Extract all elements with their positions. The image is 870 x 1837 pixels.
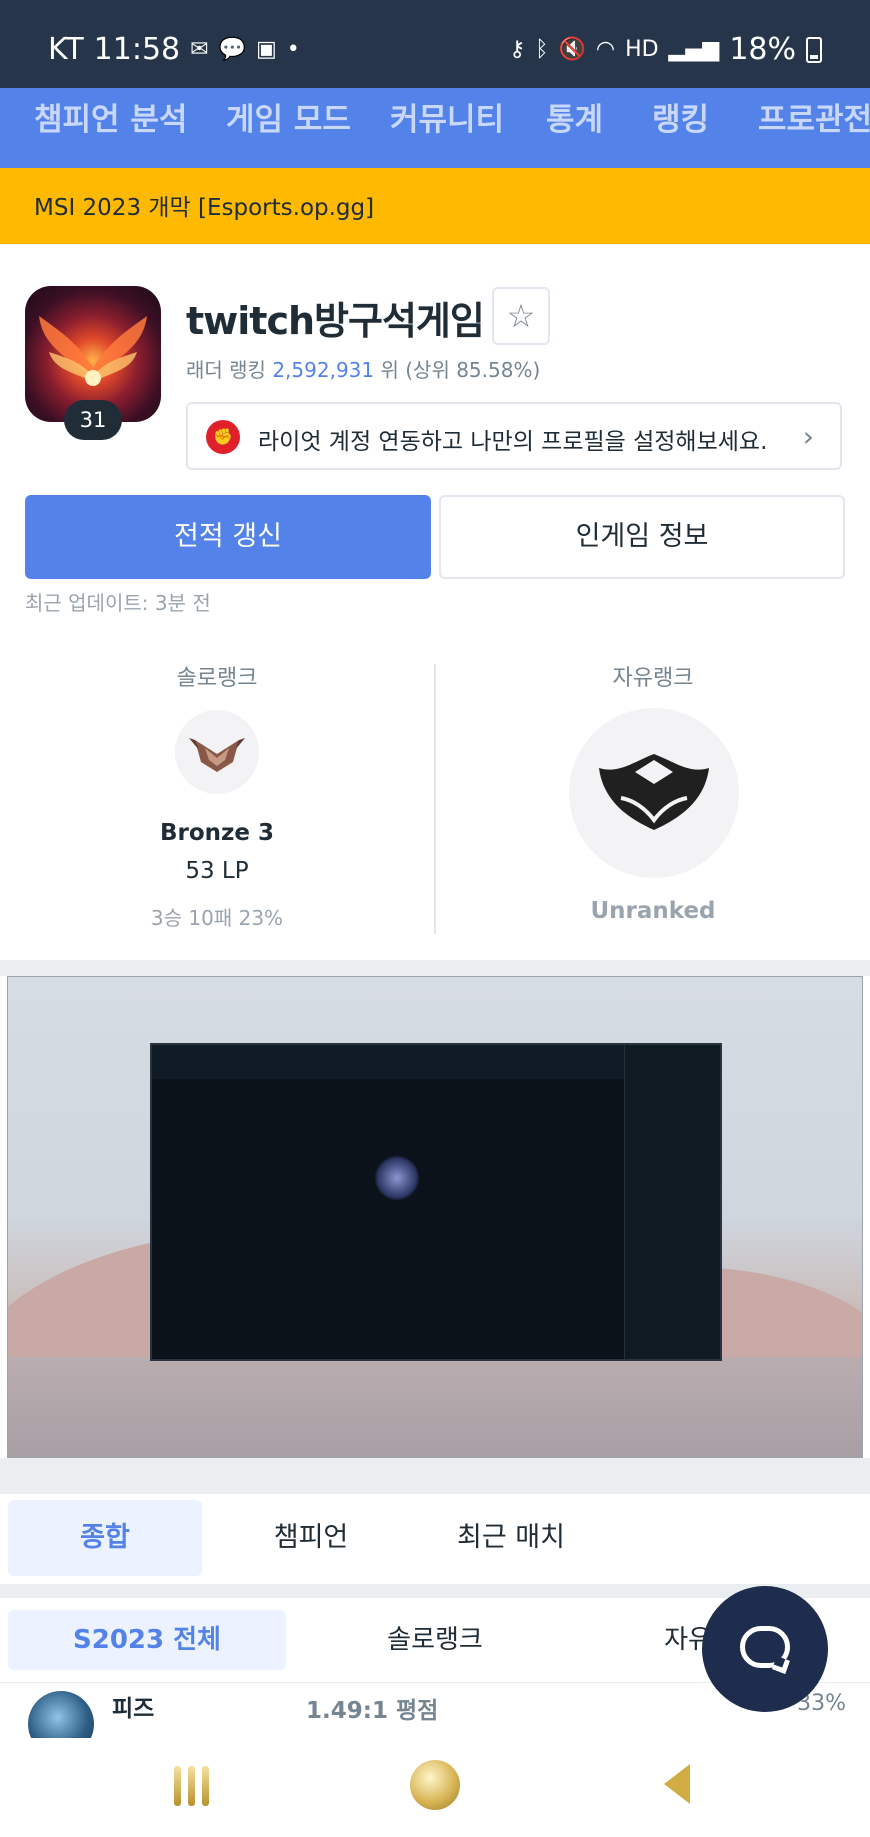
ladder-ranking: 래더 랭킹 2,592,931 위 (상위 85.58%) — [186, 354, 540, 383]
client-sidebar — [624, 1045, 720, 1359]
battery-percent: 18% — [729, 32, 796, 67]
ladder-prefix: 래더 랭킹 — [186, 358, 273, 382]
advertisement-image[interactable] — [7, 976, 863, 1458]
status-bar: KT 11:58 ✉ 💬 ▣ • ⚷ ᛒ 🔇 ◠ HD ▂▄▆ 18% — [0, 0, 870, 88]
key-icon: ⚷ — [509, 36, 526, 62]
status-right: ⚷ ᛒ 🔇 ◠ HD ▂▄▆ 18% — [509, 32, 822, 67]
client-screenshot — [150, 1043, 722, 1361]
rank-divider — [434, 664, 436, 934]
solo-rank-panel: 솔로랭크 — [0, 660, 434, 692]
talk-icon: 💬 — [218, 36, 246, 62]
home-icon[interactable] — [410, 1760, 460, 1810]
subtab-season-all[interactable]: S2023 전체 — [8, 1610, 286, 1670]
star-icon: ☆ — [506, 297, 536, 335]
ladder-suffix: 위 (상위 85.58%) — [374, 358, 541, 382]
update-record-button[interactable]: 전적 갱신 — [25, 495, 431, 579]
ladder-rank-number: 2,592,931 — [272, 358, 375, 382]
champion-portrait — [28, 1691, 94, 1738]
desert-ground — [8, 1357, 862, 1457]
chat-bubble-tail — [772, 1656, 790, 1674]
section-separator — [0, 960, 870, 976]
mail-icon: ✉ — [190, 36, 209, 62]
summoner-name: twitch방구석게임 — [186, 299, 485, 343]
solo-tier: Bronze 3 — [159, 820, 275, 846]
riot-fist-icon: ✊ — [206, 420, 240, 454]
recent-apps-icon[interactable] — [174, 1766, 214, 1806]
flex-rank-title: 자유랭크 — [612, 666, 694, 691]
mute-icon: 🔇 — [558, 36, 586, 62]
hd-icon: HD — [625, 36, 659, 62]
favorite-button[interactable]: ☆ — [492, 287, 550, 345]
solo-win-loss: 3승 10패 23% — [150, 906, 284, 930]
chat-fab-button[interactable] — [702, 1586, 828, 1712]
back-icon[interactable] — [664, 1764, 690, 1804]
signal-icon: ▂▄▆ — [668, 36, 720, 62]
tab-champion[interactable]: 챔피언 — [214, 1500, 408, 1576]
bluetooth-icon: ᛒ — [535, 36, 549, 62]
main-nav: 챔피언 분석 게임 모드 커뮤니티 통계 랭킹 프로관전 — [0, 88, 870, 168]
client-emblem — [374, 1155, 420, 1201]
carrier: KT — [48, 32, 84, 67]
nav-game-mode[interactable]: 게임 모드 — [226, 94, 351, 139]
subtab-solo-rank[interactable]: 솔로랭크 — [296, 1610, 574, 1670]
section-separator — [0, 1458, 870, 1494]
status-left: KT 11:58 ✉ 💬 ▣ • — [48, 32, 300, 67]
last-update-text: 최근 업데이트: 3분 전 — [25, 591, 211, 615]
chevron-right-icon: › — [802, 420, 814, 453]
tab-overview[interactable]: 종합 — [8, 1500, 202, 1576]
battery-icon — [806, 36, 822, 63]
system-nav-bar — [0, 1740, 870, 1837]
nav-statistics[interactable]: 통계 — [546, 94, 603, 139]
nav-pro-spectate[interactable]: 프로관전 — [758, 94, 870, 139]
ingame-info-button[interactable]: 인게임 정보 — [439, 495, 845, 579]
champion-kda: 1.49:1 평점 — [306, 1698, 439, 1724]
champion-name: 피즈 — [112, 1696, 155, 1722]
banner-text: MSI 2023 개막 [Esports.op.gg] — [34, 195, 375, 221]
nav-community[interactable]: 커뮤니티 — [390, 94, 504, 139]
solo-lp: 53 LP — [185, 858, 249, 884]
flex-tier: Unranked — [590, 898, 716, 924]
solo-rank-title: 솔로랭크 — [176, 666, 258, 691]
clock: 11:58 — [93, 32, 181, 67]
unranked-emblem-icon — [569, 708, 739, 878]
nav-ranking[interactable]: 랭킹 — [652, 94, 709, 139]
riot-link-text: 라이엇 계정 연동하고 나만의 프로필을 설정해보세요. — [258, 429, 768, 455]
bronze-emblem-icon — [175, 710, 259, 794]
chat-icon: ▣ — [255, 36, 277, 62]
level-badge: 31 — [64, 400, 122, 440]
dot-icon: • — [286, 36, 300, 62]
nav-champion-analysis[interactable]: 챔피언 분석 — [34, 94, 187, 139]
tab-recent-matches[interactable]: 최근 매치 — [414, 1500, 608, 1576]
profile-tabs: 종합 챔피언 최근 매치 — [0, 1494, 870, 1584]
riot-account-link[interactable]: ✊ 라이엇 계정 연동하고 나만의 프로필을 설정해보세요. › — [186, 402, 842, 470]
flex-rank-panel: 자유랭크 — [436, 660, 870, 692]
esports-banner[interactable]: MSI 2023 개막 [Esports.op.gg] — [0, 168, 870, 244]
wifi-icon: ◠ — [595, 36, 616, 62]
